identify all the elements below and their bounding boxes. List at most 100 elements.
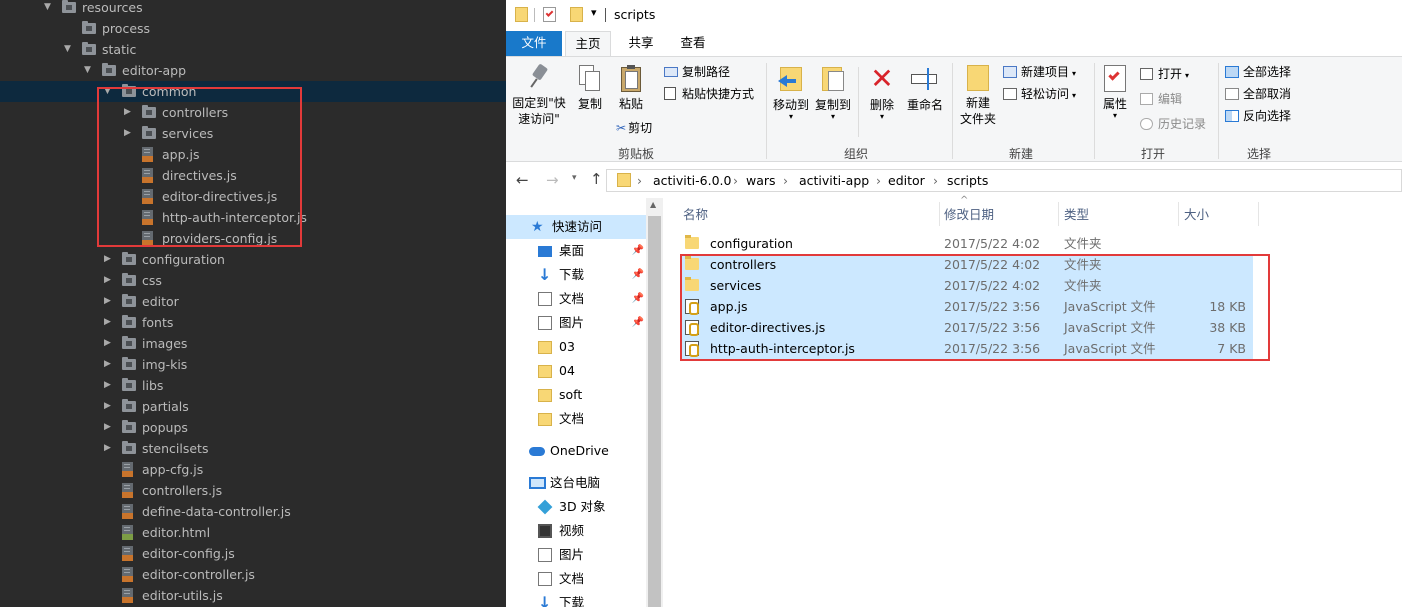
breadcrumb-item[interactable]: wars bbox=[746, 170, 776, 191]
forward-arrow-icon[interactable]: → bbox=[546, 171, 559, 189]
pin-icon[interactable]: 📌 bbox=[632, 311, 644, 335]
tree-row[interactable]: ▶ images bbox=[0, 333, 506, 354]
copy-path-button[interactable]: 复制路径 bbox=[664, 63, 730, 81]
copy-to-button[interactable]: 复制到 ▾ bbox=[813, 65, 853, 121]
open-button[interactable]: 打开 ▾ bbox=[1140, 65, 1189, 85]
file-row[interactable]: configuration 2017/5/22 4:02 文件夹 bbox=[681, 233, 1253, 254]
nav-item[interactable]: 图片 bbox=[506, 543, 646, 567]
tree-row[interactable]: ▶ partials bbox=[0, 396, 506, 417]
nav-item[interactable]: 3D 对象 bbox=[506, 495, 646, 519]
collapsed-arrow-icon[interactable]: ▶ bbox=[104, 333, 111, 354]
collapsed-arrow-icon[interactable]: ▶ bbox=[104, 249, 111, 270]
nav-item[interactable]: ↓ 下载 bbox=[506, 591, 646, 607]
copy-button[interactable]: 复制 bbox=[573, 65, 607, 112]
expanded-arrow-icon[interactable]: ▼ bbox=[44, 0, 51, 18]
expanded-arrow-icon[interactable]: ▼ bbox=[84, 60, 91, 81]
nav-scrollbar-thumb[interactable] bbox=[648, 216, 661, 607]
new-folder-icon[interactable] bbox=[570, 7, 583, 22]
tab-file[interactable]: 文件 bbox=[506, 31, 562, 56]
nav-item[interactable]: soft bbox=[506, 383, 646, 407]
column-header-size[interactable]: 大小 bbox=[1184, 201, 1254, 229]
collapsed-arrow-icon[interactable]: ▶ bbox=[104, 354, 111, 375]
nav-item[interactable]: 文档 bbox=[506, 567, 646, 591]
nav-item[interactable]: 文档 📌 bbox=[506, 287, 646, 311]
tree-row[interactable]: define-data-controller.js bbox=[0, 501, 506, 522]
scroll-up-icon[interactable]: ▲ bbox=[650, 200, 656, 209]
quick-access-dropdown[interactable]: ▾ bbox=[591, 6, 597, 19]
new-folder-button[interactable]: 新建 文件夹 bbox=[956, 65, 1000, 127]
paste-shortcut-button[interactable]: 粘贴快捷方式 bbox=[664, 85, 754, 103]
back-arrow-icon[interactable]: ← bbox=[516, 171, 529, 189]
rename-button[interactable]: 重命名 bbox=[904, 65, 946, 113]
collapsed-arrow-icon[interactable]: ▶ bbox=[104, 375, 111, 396]
move-to-button[interactable]: 移动到 ▾ bbox=[771, 65, 811, 121]
tree-row[interactable]: editor-config.js bbox=[0, 543, 506, 564]
invert-selection-button[interactable]: 反向选择 bbox=[1225, 107, 1291, 125]
nav-item[interactable]: ↓ 下载 📌 bbox=[506, 263, 646, 287]
nav-item[interactable]: 04 bbox=[506, 359, 646, 383]
tree-row[interactable]: app-cfg.js bbox=[0, 459, 506, 480]
nav-item[interactable]: 视频 bbox=[506, 519, 646, 543]
pin-icon[interactable]: 📌 bbox=[632, 263, 644, 287]
recent-dropdown-icon[interactable]: ▾ bbox=[572, 173, 577, 183]
column-header-type[interactable]: 类型 bbox=[1064, 201, 1179, 229]
tree-row[interactable]: editor.html bbox=[0, 522, 506, 543]
nav-scrollbar[interactable]: ▲ bbox=[646, 198, 663, 607]
tree-row[interactable]: ▶ popups bbox=[0, 417, 506, 438]
select-none-button[interactable]: 全部取消 bbox=[1225, 85, 1291, 103]
column-header-name[interactable]: 名称 bbox=[683, 201, 938, 229]
tree-row[interactable]: ▼ resources bbox=[0, 0, 506, 18]
pin-icon[interactable]: 📌 bbox=[632, 239, 644, 263]
paste-button[interactable]: 粘贴 bbox=[614, 65, 648, 112]
nav-item[interactable]: 这台电脑 bbox=[506, 471, 646, 495]
collapsed-arrow-icon[interactable]: ▶ bbox=[104, 291, 111, 312]
properties-button[interactable]: 属性 ▾ bbox=[1098, 65, 1132, 120]
breadcrumb-item[interactable]: editor bbox=[888, 170, 925, 191]
collapsed-arrow-icon[interactable]: ▶ bbox=[104, 270, 111, 291]
tree-row[interactable]: ▼ static bbox=[0, 39, 506, 60]
new-item-button[interactable]: 新建项目 ▾ bbox=[1003, 63, 1076, 83]
collapsed-arrow-icon[interactable]: ▶ bbox=[104, 417, 111, 438]
expanded-arrow-icon[interactable]: ▼ bbox=[64, 39, 71, 60]
up-arrow-icon[interactable]: ↑ bbox=[590, 170, 603, 188]
nav-item[interactable]: OneDrive bbox=[506, 439, 646, 463]
breadcrumb-item[interactable]: activiti-6.0.0 bbox=[653, 170, 731, 191]
tab-share[interactable]: 共享 bbox=[618, 31, 664, 56]
pin-icon[interactable]: 📌 bbox=[632, 287, 644, 311]
cut-button[interactable]: ✂ 剪切 bbox=[616, 119, 652, 137]
tree-row[interactable]: process bbox=[0, 18, 506, 39]
history-button[interactable]: 历史记录 bbox=[1140, 115, 1206, 133]
edit-button[interactable]: 编辑 bbox=[1140, 90, 1182, 108]
pin-to-quick-access-button[interactable]: 固定到"快 速访问" bbox=[510, 63, 568, 127]
breadcrumb-item[interactable]: activiti-app bbox=[799, 170, 869, 191]
tree-row[interactable]: ▼ editor-app bbox=[0, 60, 506, 81]
breadcrumb-item[interactable]: scripts bbox=[947, 170, 988, 191]
tree-row[interactable]: ▶ editor bbox=[0, 291, 506, 312]
nav-item[interactable]: 03 bbox=[506, 335, 646, 359]
easy-access-button[interactable]: 轻松访问 ▾ bbox=[1003, 85, 1076, 105]
nav-item[interactable]: 图片 📌 bbox=[506, 311, 646, 335]
tree-row[interactable]: ▶ css bbox=[0, 270, 506, 291]
tree-row[interactable]: ▶ fonts bbox=[0, 312, 506, 333]
highlight-box-ide bbox=[97, 87, 302, 247]
tree-row[interactable]: ▶ stencilsets bbox=[0, 438, 506, 459]
collapsed-arrow-icon[interactable]: ▶ bbox=[104, 312, 111, 333]
nav-item[interactable]: ★ 快速访问 bbox=[506, 215, 646, 239]
tree-row[interactable]: editor-controller.js bbox=[0, 564, 506, 585]
tab-view[interactable]: 查看 bbox=[670, 31, 716, 56]
collapsed-arrow-icon[interactable]: ▶ bbox=[104, 438, 111, 459]
select-all-button[interactable]: 全部选择 bbox=[1225, 63, 1291, 81]
tree-row[interactable]: ▶ configuration bbox=[0, 249, 506, 270]
address-bar[interactable]: › activiti-6.0.0 › wars › activiti-app ›… bbox=[606, 169, 1402, 192]
tree-row[interactable]: controllers.js bbox=[0, 480, 506, 501]
tab-home[interactable]: 主页 bbox=[565, 31, 611, 57]
properties-check-icon[interactable] bbox=[543, 7, 556, 22]
nav-item[interactable]: 桌面 📌 bbox=[506, 239, 646, 263]
column-header-date[interactable]: 修改日期 bbox=[944, 201, 1059, 229]
delete-button[interactable]: ✕ 删除 ▾ bbox=[864, 65, 900, 121]
tree-row[interactable]: editor-utils.js bbox=[0, 585, 506, 606]
nav-item[interactable]: 文档 bbox=[506, 407, 646, 431]
collapsed-arrow-icon[interactable]: ▶ bbox=[104, 396, 111, 417]
tree-row[interactable]: ▶ img-kis bbox=[0, 354, 506, 375]
tree-row[interactable]: ▶ libs bbox=[0, 375, 506, 396]
